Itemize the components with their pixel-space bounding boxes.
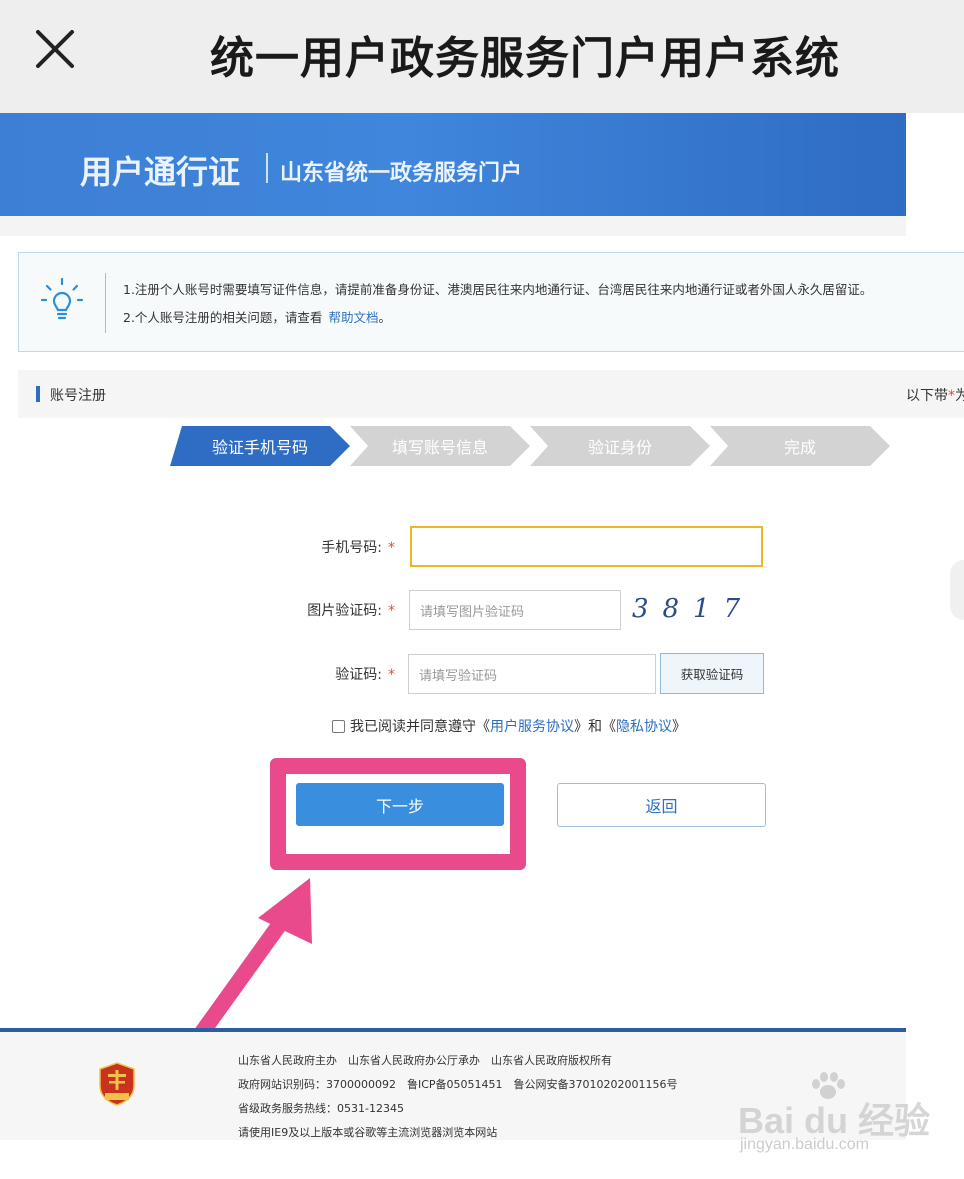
agreement-checkbox[interactable] <box>332 719 345 733</box>
footer-line-browser: 请使用IE9及以上版本或谷歌等主流浏览器浏览本网站 <box>238 1126 498 1139</box>
captcha-image[interactable]: 3817 <box>632 594 752 624</box>
sms-code-input[interactable]: 请填写验证码 <box>408 654 656 694</box>
notice-line-2-end: 。 <box>378 310 391 325</box>
watermark-url: jingyan.baidu.com <box>740 1136 869 1153</box>
banner-brand: 用户通行证 <box>80 153 241 191</box>
sms-code-label: 验证码: * <box>300 664 395 684</box>
step-fill-account: 填写账号信息 <box>350 426 530 466</box>
party-government-emblem-icon[interactable] <box>98 1062 136 1106</box>
footer-line-hotline: 省级政务服务热线：0531-12345 <box>238 1102 404 1115</box>
step-label-1: 验证手机号码 <box>211 438 308 457</box>
notice-line-1: 1.注册个人账号时需要填写证件信息，请提前准备身份证、港澳居民往来内地通行证、台… <box>123 282 873 297</box>
step-verify-phone: 验证手机号码 <box>170 426 350 466</box>
image-code-label-text: 图片验证码: <box>307 603 382 619</box>
registration-steps: 验证手机号码 填写账号信息 验证身份 完成 <box>170 426 900 466</box>
required-note: 以下带*为 <box>906 385 964 405</box>
phone-input[interactable] <box>410 526 763 567</box>
banner-bottom-band <box>0 216 906 236</box>
notice-line-2: 2.个人账号注册的相关问题，请查看 帮助文档。 <box>123 307 391 326</box>
registration-notice: 1.注册个人账号时需要填写证件信息，请提前准备身份证、港澳居民往来内地通行证、台… <box>18 252 964 352</box>
privacy-agreement-link[interactable]: 隐私协议 <box>616 716 672 736</box>
notice-divider <box>105 273 106 333</box>
step-complete: 完成 <box>710 426 890 466</box>
help-doc-link[interactable]: 帮助文档 <box>328 310 378 325</box>
page-root: 统一用户政务服务门户用户系统 用户通行证 山东省统一政务服务门户 1.注册个人账… <box>0 0 964 1179</box>
sms-code-label-text: 验证码: <box>335 667 382 683</box>
section-marker <box>36 386 40 402</box>
step-label-2: 填写账号信息 <box>391 438 488 457</box>
floating-side-tab[interactable] <box>950 560 964 620</box>
service-agreement-link[interactable]: 用户服务协议 <box>490 716 574 736</box>
agreement-row: 我已阅读并同意遵守《 用户服务协议 》和《 隐私协议 》 <box>332 716 686 736</box>
section-header: 账号注册 以下带*为 <box>18 370 964 418</box>
banner-divider <box>266 153 268 183</box>
sms-code-required-mark: * <box>388 667 395 683</box>
step-label-4: 完成 <box>783 438 816 457</box>
footer-line-sponsor: 山东省人民政府主办 山东省人民政府办公厅承办 山东省人民政府版权所有 <box>238 1054 612 1067</box>
required-note-suffix: 为 <box>955 388 964 404</box>
close-icon[interactable] <box>30 24 80 74</box>
required-note-prefix: 以下带 <box>906 388 948 404</box>
phone-label: 手机号码: * <box>300 537 395 557</box>
agreement-suffix: 》 <box>672 719 686 735</box>
back-button[interactable]: 返回 <box>557 783 766 827</box>
agreement-middle: 》和《 <box>574 719 616 735</box>
site-banner: 用户通行证 山东省统一政务服务门户 <box>0 113 906 216</box>
image-code-required-mark: * <box>388 603 395 619</box>
notice-line-2-text: 2.个人账号注册的相关问题，请查看 <box>123 310 323 325</box>
lightbulb-icon <box>40 277 84 320</box>
next-step-button[interactable]: 下一步 <box>296 783 504 826</box>
image-code-label: 图片验证码: * <box>290 600 395 620</box>
image-code-input[interactable]: 请填写图片验证码 <box>409 590 621 630</box>
step-verify-identity: 验证身份 <box>530 426 710 466</box>
app-title: 统一用户政务服务门户用户系统 <box>210 33 840 84</box>
app-bar: 统一用户政务服务门户用户系统 <box>0 0 964 113</box>
agreement-prefix: 我已阅读并同意遵守《 <box>350 719 490 735</box>
footer-line-icp: 政府网站识别码：3700000092 鲁ICP备05051451 鲁公网安备37… <box>238 1078 678 1091</box>
banner-subtitle: 山东省统一政务服务门户 <box>280 161 523 186</box>
phone-required-mark: * <box>388 540 395 556</box>
step-label-3: 验证身份 <box>587 438 652 457</box>
baidu-jingyan-watermark: Bai du 经验 jingyan.baidu.com <box>738 1072 930 1162</box>
section-title: 账号注册 <box>50 388 106 404</box>
get-code-button[interactable]: 获取验证码 <box>660 653 764 694</box>
phone-label-text: 手机号码: <box>321 540 382 556</box>
page-right-strip <box>906 113 964 236</box>
required-note-star: * <box>948 388 955 404</box>
